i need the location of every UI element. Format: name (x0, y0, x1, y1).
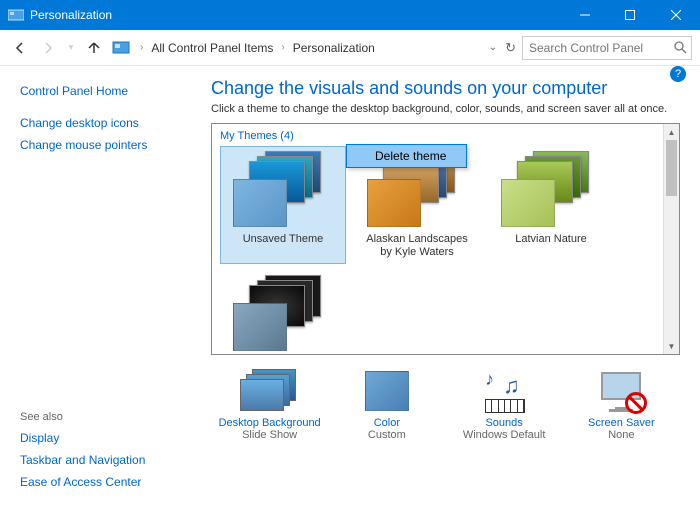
display-link[interactable]: Display (20, 427, 185, 449)
up-button[interactable] (82, 36, 106, 60)
search-input[interactable] (522, 36, 692, 60)
sidebar: Control Panel Home Change desktop icons … (0, 66, 195, 515)
taskbar-navigation-link[interactable]: Taskbar and Navigation (20, 449, 185, 471)
sounds-setting[interactable]: ♪ ♫ Sounds Windows Default (449, 367, 559, 441)
breadcrumb-item[interactable]: Personalization (293, 41, 375, 55)
forward-button[interactable] (36, 36, 60, 60)
setting-label: Screen Saver (566, 417, 676, 429)
control-panel-icon (112, 39, 130, 57)
personalization-icon (8, 8, 24, 22)
theme-thumbnail (225, 275, 341, 353)
theme-card[interactable]: Latvian Nature (488, 146, 614, 264)
theme-label: Unsaved Theme (225, 233, 341, 246)
sounds-icon: ♪ ♫ (449, 367, 559, 415)
recent-dropdown[interactable]: ▾ (64, 36, 78, 60)
control-panel-home-link[interactable]: Control Panel Home (20, 80, 185, 102)
setting-label: Sounds (449, 417, 559, 429)
address-dropdown[interactable]: ⌄ (487, 42, 499, 53)
scroll-down-arrow[interactable]: ▼ (664, 338, 679, 354)
scroll-up-arrow[interactable]: ▲ (664, 124, 679, 140)
theme-label: Alaskan Landscapes by Kyle Waters (359, 233, 475, 259)
theme-thumbnail (225, 151, 341, 229)
maximize-button[interactable] (607, 0, 652, 30)
crumb-separator: › (140, 42, 143, 53)
see-also-heading: See also (20, 411, 185, 423)
scrollbar[interactable]: ▲ ▼ (663, 124, 679, 354)
setting-value: Windows Default (449, 429, 559, 441)
titlebar: Personalization (0, 0, 700, 30)
window-title: Personalization (30, 8, 112, 22)
setting-label: Desktop Background (215, 417, 325, 429)
page-title: Change the visuals and sounds on your co… (211, 78, 680, 99)
navbar: ▾ › All Control Panel Items › Personaliz… (0, 30, 700, 66)
main-content: ? Change the visuals and sounds on your … (195, 66, 700, 515)
refresh-button[interactable]: ↻ (503, 40, 518, 56)
ease-of-access-link[interactable]: Ease of Access Center (20, 471, 185, 493)
color-setting[interactable]: Color Custom (332, 367, 442, 441)
desktop-background-setting[interactable]: Desktop Background Slide Show (215, 367, 325, 441)
change-mouse-pointers-link[interactable]: Change mouse pointers (20, 134, 185, 156)
screensaver-icon (566, 367, 676, 415)
setting-value: Slide Show (215, 429, 325, 441)
themes-box: My Themes (4) Unsaved Theme (211, 123, 680, 355)
breadcrumb-item[interactable]: All Control Panel Items (151, 41, 273, 55)
theme-label: Latvian Nature (493, 233, 609, 246)
back-button[interactable] (8, 36, 32, 60)
my-themes-label: My Themes (4) (212, 124, 679, 144)
search-icon (673, 40, 687, 59)
setting-value: None (566, 429, 676, 441)
delete-theme-menu-item[interactable]: Delete theme (347, 145, 466, 167)
theme-thumbnail (493, 151, 609, 229)
theme-card[interactable]: Unsaved Theme (220, 146, 346, 264)
color-icon (332, 367, 442, 415)
scroll-thumb[interactable] (666, 140, 677, 196)
close-button[interactable] (652, 0, 700, 30)
theme-card[interactable] (220, 270, 346, 355)
crumb-separator: › (281, 42, 284, 53)
context-menu: Delete theme (346, 144, 467, 168)
desktop-background-icon (215, 367, 325, 415)
change-desktop-icons-link[interactable]: Change desktop icons (20, 112, 185, 134)
minimize-button[interactable] (562, 0, 607, 30)
screensaver-setting[interactable]: Screen Saver None (566, 367, 676, 441)
help-icon[interactable]: ? (670, 66, 686, 82)
page-subtitle: Click a theme to change the desktop back… (211, 103, 680, 115)
setting-value: Custom (332, 429, 442, 441)
theme-settings-row: Desktop Background Slide Show Color Cust… (211, 367, 680, 441)
setting-label: Color (332, 417, 442, 429)
